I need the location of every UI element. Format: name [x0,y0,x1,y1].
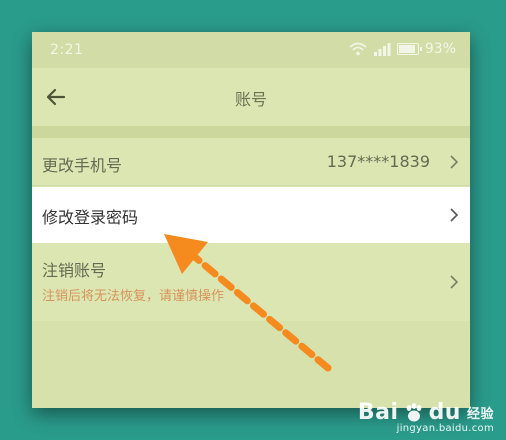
baidu-jingyan-watermark: Bai du 经验 jingyan.baidu.com [358,400,494,434]
change-phone-label: 更改手机号 [42,156,123,175]
change-phone-row[interactable]: 更改手机号 137****1839 [32,138,470,186]
cancel-account-warning: 注销后将无法恢复，请谨慎操作 [42,289,225,304]
phone-number-value: 137****1839 [326,152,430,171]
empty-area [32,321,470,408]
baidu-paw-icon [403,402,425,424]
chevron-right-icon [448,207,460,223]
status-bar: 2:21 93% [32,32,470,68]
phone-screen: 2:21 93% 账号 更改手机号 137****1839 修改登录密码 注销账… [32,32,470,408]
chevron-right-icon [448,154,460,170]
change-password-row[interactable]: 修改登录密码 [32,187,470,243]
cancel-account-row[interactable]: 注销账号 注销后将无法恢复，请谨慎操作 [32,243,470,321]
section-divider [32,126,470,138]
battery-icon [396,43,422,55]
page-title: 账号 [234,90,267,109]
signal-icon [373,42,391,56]
status-time: 2:21 [50,42,84,58]
battery-percent: 93% [424,41,456,57]
page-header: 账号 [32,68,470,126]
watermark-logo: Bai du 经验 [358,400,494,425]
change-password-label: 修改登录密码 [42,208,139,227]
wifi-icon [349,42,367,56]
chevron-right-icon [448,274,460,290]
watermark-brand-suffix: du [428,400,461,425]
watermark-product: 经验 [466,407,494,422]
battery-level [398,45,416,53]
status-indicators: 93% [349,41,456,57]
cancel-account-label: 注销账号 [42,261,107,280]
watermark-brand: Bai [357,400,399,425]
